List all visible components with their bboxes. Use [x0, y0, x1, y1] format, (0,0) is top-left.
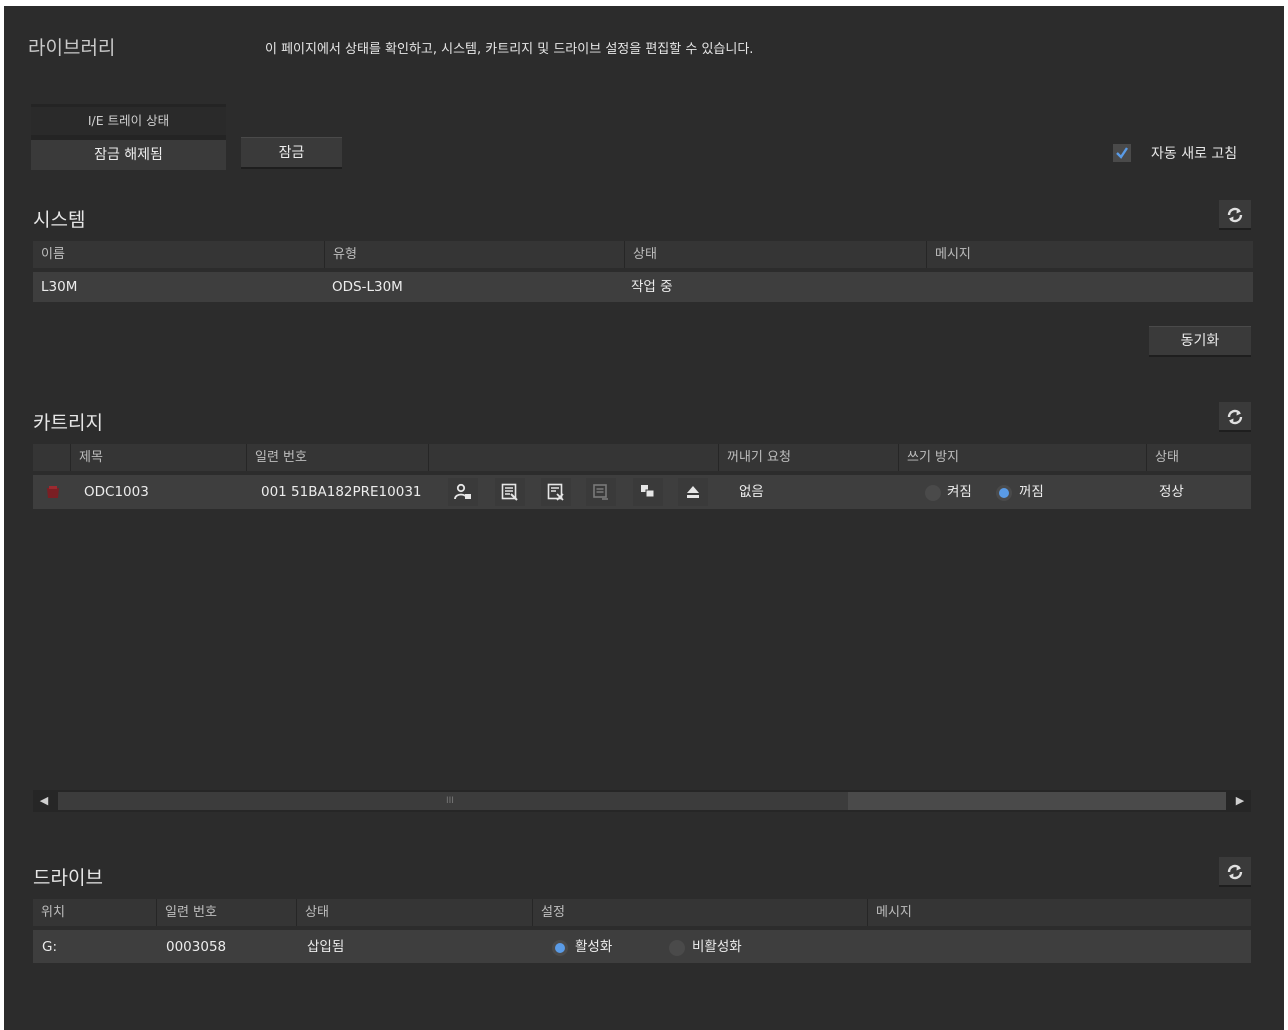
eject-icon — [687, 486, 699, 498]
cartridge-table-row[interactable]: ODC1003 001 51BA182PRE10031 없음 켜짐 꺼짐 정상 — [33, 475, 1251, 509]
cartridge-section-title: 카트리지 — [33, 412, 103, 434]
column-header: 메시지 — [876, 905, 912, 920]
column-header-blank — [33, 444, 71, 471]
drive-refresh-button[interactable] — [1219, 857, 1251, 887]
auto-refresh-checkbox[interactable] — [1113, 144, 1131, 162]
drive-location-cell: G: — [42, 939, 58, 955]
page-description: 이 페이지에서 상태를 확인하고, 시스템, 카트리지 및 드라이브 설정을 편… — [265, 42, 754, 57]
column-header: 일련 번호 — [157, 899, 297, 926]
user-settings-button[interactable] — [448, 478, 478, 506]
copy-button[interactable] — [633, 478, 663, 506]
ie-tray-status: 잠금 해제됨 — [31, 140, 226, 170]
drive-status-cell: 삽입됨 — [307, 939, 345, 955]
system-status-cell: 작업 중 — [631, 279, 673, 295]
drive-disable-radio[interactable] — [669, 940, 685, 956]
drive-table-row[interactable]: G: 0003058 삽입됨 활성화 비활성화 — [33, 930, 1251, 963]
drive-section-title: 드라이브 — [33, 867, 103, 889]
column-header: 쓰기 방지 — [899, 444, 1147, 471]
drive-enable-radio[interactable] — [552, 940, 568, 956]
scrollbar-grip: III — [446, 796, 454, 806]
drive-table-header: 위치 일련 번호 상태 설정 메시지 — [33, 899, 1251, 926]
column-header: 메시지 — [935, 247, 971, 262]
write-protect-on-label: 켜짐 — [947, 484, 972, 500]
system-refresh-button[interactable] — [1219, 200, 1251, 230]
cartridge-status-cell: 정상 — [1159, 484, 1184, 500]
system-table-header: 이름 유형 상태 메시지 — [33, 241, 1253, 268]
drive-enable-label: 활성화 — [575, 939, 613, 955]
cartridge-serial-cell: 001 51BA182PRE10031 — [261, 484, 422, 500]
column-header: 설정 — [533, 899, 868, 926]
column-header: 유형 — [325, 241, 625, 268]
scrollbar-track[interactable] — [848, 792, 1226, 810]
cartridge-title-cell: ODC1003 — [84, 484, 149, 500]
column-header: 이름 — [33, 241, 325, 268]
scrollbar-thumb[interactable]: III — [58, 792, 848, 810]
system-name-cell: L30M — [41, 279, 78, 295]
edit-list-icon — [501, 483, 518, 501]
eject-request-cell: 없음 — [739, 484, 764, 500]
auto-refresh-label: 자동 새로 고침 — [1151, 146, 1238, 162]
drive-disable-label: 비활성화 — [692, 939, 742, 955]
lock-button[interactable]: 잠금 — [241, 137, 342, 169]
edit-list-button[interactable] — [495, 478, 525, 506]
write-protect-off-label: 꺼짐 — [1019, 484, 1044, 500]
write-protect-off-radio[interactable] — [996, 485, 1012, 501]
column-header: 꺼내기 요청 — [719, 444, 899, 471]
copy-icon — [641, 485, 655, 498]
delete-list-icon — [547, 483, 564, 501]
system-section-title: 시스템 — [33, 209, 86, 231]
eject-button[interactable] — [678, 478, 708, 506]
write-protect-on-radio[interactable] — [925, 485, 941, 501]
column-header: 일련 번호 — [247, 444, 429, 471]
system-table-row[interactable]: L30M ODS-L30M 작업 중 — [33, 272, 1253, 302]
scroll-left-arrow-icon[interactable]: ◀ — [33, 790, 55, 812]
cartridge-table-header: 제목 일련 번호 꺼내기 요청 쓰기 방지 상태 — [33, 444, 1251, 471]
ie-tray-label: I/E 트레이 상태 — [31, 107, 226, 135]
column-header: 상태 — [625, 241, 927, 268]
document-icon — [593, 484, 608, 500]
cartridge-disc-icon — [47, 486, 59, 498]
drive-serial-cell: 0003058 — [166, 939, 227, 955]
sync-button[interactable]: 동기화 — [1149, 326, 1251, 357]
horizontal-scrollbar[interactable]: ◀ III ▶ — [33, 790, 1251, 812]
column-header: 위치 — [33, 899, 157, 926]
refresh-icon — [1227, 409, 1243, 425]
refresh-icon — [1227, 864, 1243, 880]
system-type-cell: ODS-L30M — [332, 279, 403, 295]
document-button[interactable] — [586, 478, 616, 506]
user-settings-icon — [454, 483, 471, 500]
column-header: 상태 — [1155, 450, 1179, 465]
page-title: 라이브러리 — [28, 37, 116, 59]
column-header: 상태 — [297, 899, 533, 926]
scroll-right-arrow-icon[interactable]: ▶ — [1229, 790, 1251, 812]
delete-list-button[interactable] — [541, 478, 571, 506]
column-header: 제목 — [71, 444, 247, 471]
cartridge-refresh-button[interactable] — [1219, 402, 1251, 432]
column-header-actions — [429, 444, 719, 471]
refresh-icon — [1227, 207, 1243, 223]
check-icon — [1116, 147, 1128, 159]
